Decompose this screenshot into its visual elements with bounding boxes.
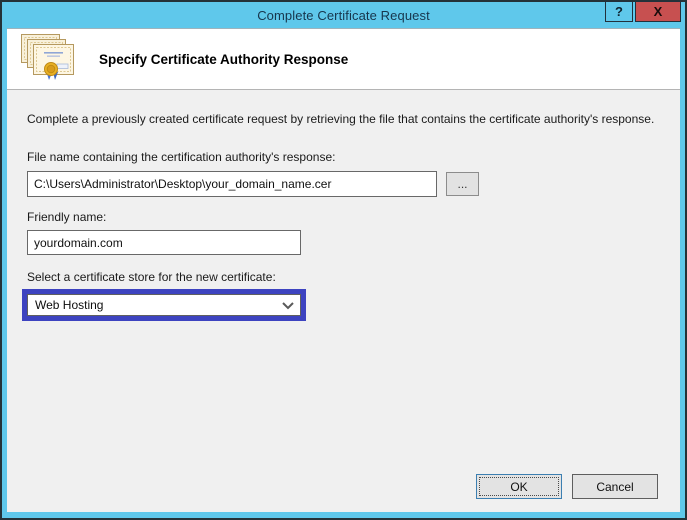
- file-name-label: File name containing the certification a…: [27, 150, 336, 164]
- dialog-complete-certificate-request: Complete Certificate Request ? X Specify…: [0, 0, 687, 520]
- close-icon: X: [653, 4, 663, 19]
- file-name-input[interactable]: [27, 171, 437, 197]
- certificate-store-label: Select a certificate store for the new c…: [27, 270, 276, 284]
- file-name-row: ...: [27, 171, 660, 197]
- help-button[interactable]: ?: [605, 1, 633, 22]
- client-area: Specify Certificate Authority Response C…: [2, 28, 685, 518]
- ok-button[interactable]: OK: [476, 474, 562, 499]
- window-title: Complete Certificate Request: [257, 7, 430, 23]
- page-title: Specify Certificate Authority Response: [99, 51, 349, 67]
- titlebar: Complete Certificate Request ? X: [2, 1, 685, 28]
- chevron-down-icon: [281, 299, 295, 313]
- friendly-name-label: Friendly name:: [27, 210, 107, 224]
- cancel-button[interactable]: Cancel: [572, 474, 658, 499]
- certificates-stack-icon: [19, 33, 81, 86]
- dialog-body: Complete a previously created certificat…: [7, 90, 680, 511]
- footer-buttons: OK Cancel: [476, 474, 658, 499]
- close-button[interactable]: X: [635, 1, 681, 22]
- dialog-header: Specify Certificate Authority Response: [7, 29, 680, 90]
- certificate-store-value: Web Hosting: [35, 298, 104, 312]
- intro-text: Complete a previously created certificat…: [27, 112, 655, 126]
- friendly-name-input[interactable]: [27, 230, 301, 255]
- browse-button[interactable]: ...: [446, 172, 479, 196]
- certificate-store-combobox[interactable]: Web Hosting: [27, 294, 301, 316]
- help-icon: ?: [615, 4, 623, 19]
- titlebar-buttons: ? X: [605, 1, 681, 22]
